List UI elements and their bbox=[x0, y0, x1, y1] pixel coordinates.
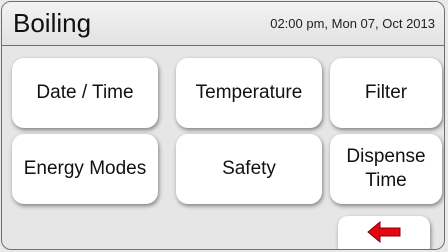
dispense-time-label: Dispense Time bbox=[346, 145, 425, 193]
back-button[interactable] bbox=[338, 216, 430, 249]
screen-frame: Boiling 02:00 pm, Mon 07, Oct 2013 Date … bbox=[1, 1, 445, 250]
temperature-label: Temperature bbox=[195, 82, 303, 103]
page-title: Boiling bbox=[13, 8, 92, 38]
left-arrow-icon bbox=[367, 221, 401, 243]
safety-button[interactable]: Safety bbox=[176, 134, 322, 204]
header-bar: Boiling 02:00 pm, Mon 07, Oct 2013 bbox=[2, 2, 444, 46]
energy-modes-button[interactable]: Energy Modes bbox=[12, 134, 158, 204]
date-time-label: Date / Time bbox=[36, 82, 134, 103]
date-time-button[interactable]: Date / Time bbox=[12, 58, 158, 128]
dispense-time-label-line2: Time bbox=[365, 170, 407, 191]
safety-label: Safety bbox=[222, 158, 276, 179]
dispense-time-button[interactable]: Dispense Time bbox=[330, 134, 442, 204]
filter-button[interactable]: Filter bbox=[330, 58, 442, 128]
energy-modes-label: Energy Modes bbox=[23, 158, 147, 179]
filter-label: Filter bbox=[364, 82, 408, 103]
temperature-button[interactable]: Temperature bbox=[176, 58, 322, 128]
dispense-time-label-line1: Dispense bbox=[346, 146, 426, 167]
datetime-display: 02:00 pm, Mon 07, Oct 2013 bbox=[270, 16, 435, 31]
